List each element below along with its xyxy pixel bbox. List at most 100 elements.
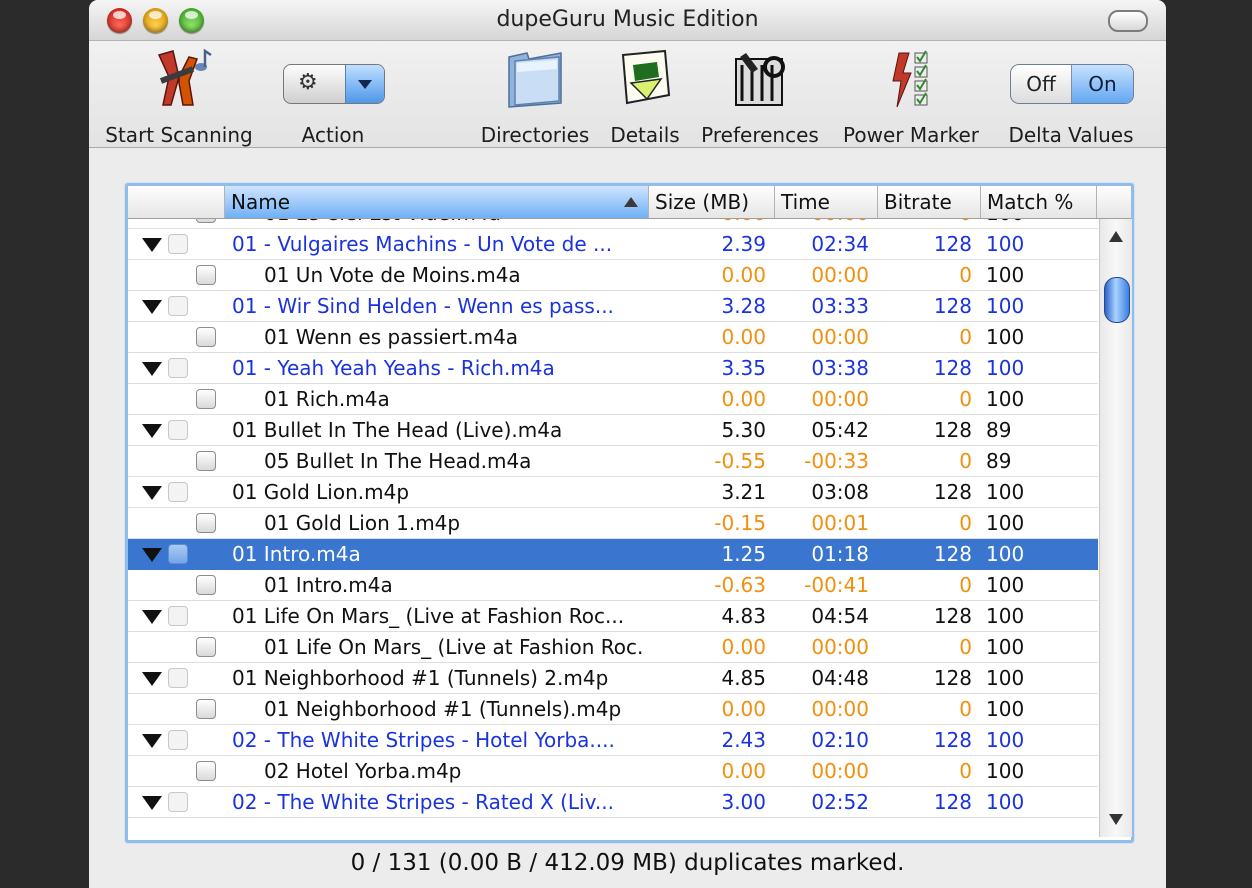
cell-match: 100 [986, 263, 1025, 287]
cell-match: 100 [986, 325, 1025, 349]
cell-bitrate: 0 [959, 759, 972, 783]
mark-checkbox[interactable] [196, 575, 216, 595]
action-popup-button[interactable]: ⚙ [283, 64, 385, 104]
mark-checkbox[interactable] [168, 420, 188, 440]
mark-checkbox[interactable] [196, 389, 216, 409]
group-reference-row[interactable]: 01 Life On Mars_ (Live at Fashion Roc...… [128, 601, 1098, 632]
disclosure-triangle-icon[interactable] [142, 424, 162, 438]
duplicate-row[interactable]: 05 Bullet In The Head.m4a -0.55 -00:33 0 89 [128, 446, 1098, 477]
group-reference-row[interactable]: 01 Gold Lion.m4p 3.21 03:08 128 100 [128, 477, 1098, 508]
cell-time: 02:10 [811, 728, 869, 752]
mark-checkbox[interactable] [196, 327, 216, 347]
cell-size: 3.35 [721, 356, 766, 380]
mark-checkbox[interactable] [196, 699, 216, 719]
mark-checkbox[interactable] [168, 792, 188, 812]
cell-size: 0.00 [721, 263, 766, 287]
column-header-size[interactable]: Size (MB) [649, 186, 775, 218]
duplicate-row[interactable]: 01 Gold Lion 1.m4p -0.15 00:01 0 100 [128, 508, 1098, 539]
group-reference-row[interactable]: 01 Intro.m4a 1.25 01:18 128 100 [128, 539, 1098, 570]
column-header-bitrate[interactable]: Bitrate [878, 186, 981, 218]
group-reference-row[interactable]: 01 Neighborhood #1 (Tunnels) 2.m4p 4.85 04… [128, 663, 1098, 694]
column-header-name[interactable]: Name [225, 186, 649, 218]
cell-bitrate: 0 [959, 573, 972, 597]
duplicate-row[interactable]: 02 Hotel Yorba.m4p 0.00 00:00 0 100 [128, 756, 1098, 787]
delta-on-segment[interactable]: On [1072, 65, 1133, 103]
mark-checkbox[interactable] [196, 451, 216, 471]
duplicate-row[interactable]: 01 Un Vote de Moins.m4a 0.00 00:00 0 100 [128, 260, 1098, 291]
cell-name: 01 - Vulgaires Machins - Un Vote de ... [232, 232, 613, 256]
group-reference-row[interactable]: 01 Bullet In The Head (Live).m4a 5.30 05:4… [128, 415, 1098, 446]
scroll-up-arrow-icon[interactable] [1109, 231, 1123, 242]
disclosure-triangle-icon[interactable] [142, 796, 162, 810]
cell-match: 100 [986, 511, 1025, 535]
table-rows: 01 Le Ciel Est Vide.m4a0.0000:00010001 -… [128, 219, 1098, 818]
mark-checkbox[interactable] [168, 296, 188, 316]
action-label: Action [301, 123, 365, 147]
delta-off-segment[interactable]: Off [1011, 65, 1072, 103]
duplicate-row[interactable]: 01 Neighborhood #1 (Tunnels).m4p 0.00 00:0… [128, 694, 1098, 725]
disclosure-triangle-icon[interactable] [142, 486, 162, 500]
disclosure-triangle-icon[interactable] [142, 362, 162, 376]
duplicate-row[interactable]: 01 Intro.m4a -0.63 -00:41 0 100 [128, 570, 1098, 601]
cell-match: 100 [986, 697, 1025, 721]
disclosure-triangle-icon[interactable] [142, 548, 162, 562]
app-window: dupeGuru Music Edition Start Scanning Ac… [89, 0, 1166, 888]
mark-checkbox[interactable] [168, 482, 188, 502]
group-reference-row[interactable]: 01 - Vulgaires Machins - Un Vote de ... 2… [128, 229, 1098, 260]
column-header-time[interactable]: Time [775, 186, 878, 218]
column-header-match[interactable]: Match % [981, 186, 1097, 218]
mark-checkbox[interactable] [168, 606, 188, 626]
mark-checkbox[interactable] [196, 637, 216, 657]
cell-size: 0.00 [648, 219, 766, 229]
cell-size: 3.28 [721, 294, 766, 318]
cell-match: 100 [986, 666, 1025, 690]
mark-checkbox[interactable] [196, 219, 216, 223]
disclosure-triangle-icon[interactable] [142, 610, 162, 624]
disclosure-triangle-icon[interactable] [142, 672, 162, 686]
duplicate-row[interactable]: 01 Le Ciel Est Vide.m4a 0.00 00:00 0 100 [128, 219, 1098, 229]
cell-size: 5.30 [721, 418, 766, 442]
disclosure-triangle-icon[interactable] [142, 238, 162, 252]
mark-checkbox[interactable] [168, 234, 188, 254]
cell-size: 2.39 [721, 232, 766, 256]
status-text: 0 / 131 (0.00 B / 412.09 MB) duplicates … [350, 850, 905, 876]
duplicate-row[interactable]: 01 Life On Mars_ (Live at Fashion Roc...… [128, 632, 1098, 663]
cell-match: 100 [986, 604, 1025, 628]
cell-match: 100 [986, 232, 1025, 256]
directories-icon [508, 52, 562, 108]
cell-size: 0.00 [721, 635, 766, 659]
mark-checkbox[interactable] [168, 668, 188, 688]
cell-size: 4.83 [721, 604, 766, 628]
duplicate-row[interactable]: 01 Rich.m4a 0.00 00:00 0 100 [128, 384, 1098, 415]
group-reference-row[interactable]: 01 - Yeah Yeah Yeahs - Rich.m4a 3.35 03:38… [128, 353, 1098, 384]
group-reference-row[interactable]: 02 - The White Stripes - Hotel Yorba....… [128, 725, 1098, 756]
delta-values-toggle[interactable]: Off On [1010, 64, 1134, 104]
mark-checkbox[interactable] [196, 513, 216, 533]
start-scanning-icon [157, 48, 212, 106]
mark-checkbox[interactable] [196, 265, 216, 285]
table-header: Name Size (MB) Time Bitrate Match % [128, 186, 1131, 219]
mark-checkbox[interactable] [168, 544, 188, 564]
toolbar-toggle-button[interactable] [1108, 10, 1148, 32]
cell-time: 00:00 [811, 325, 869, 349]
disclosure-triangle-icon[interactable] [142, 734, 162, 748]
group-reference-row[interactable]: 02 - The White Stripes - Rated X (Liv...… [128, 787, 1098, 818]
cell-match: 100 [986, 759, 1025, 783]
scrollbar-thumb[interactable] [1104, 277, 1130, 323]
disclosure-triangle-icon[interactable] [142, 300, 162, 314]
vertical-scrollbar[interactable] [1099, 219, 1132, 837]
title-bar[interactable]: dupeGuru Music Edition [89, 0, 1166, 41]
cell-name: 02 - The White Stripes - Rated X (Liv... [232, 790, 614, 814]
cell-match: 100 [986, 294, 1025, 318]
group-reference-row[interactable]: 01 - Wir Sind Helden - Wenn es pass... 3.… [128, 291, 1098, 322]
duplicate-row[interactable]: 01 Wenn es passiert.m4a 0.00 00:00 0 100 [128, 322, 1098, 353]
scroll-down-arrow-icon[interactable] [1109, 814, 1123, 825]
cell-time: -00:33 [804, 449, 869, 473]
cell-size: 0.00 [721, 697, 766, 721]
mark-checkbox[interactable] [168, 358, 188, 378]
mark-checkbox[interactable] [168, 730, 188, 750]
mark-checkbox[interactable] [196, 761, 216, 781]
toolbar: Start Scanning Action ⚙ Directories Deta… [89, 41, 1166, 148]
cell-size: 0.00 [721, 387, 766, 411]
cell-bitrate: 128 [933, 294, 972, 318]
